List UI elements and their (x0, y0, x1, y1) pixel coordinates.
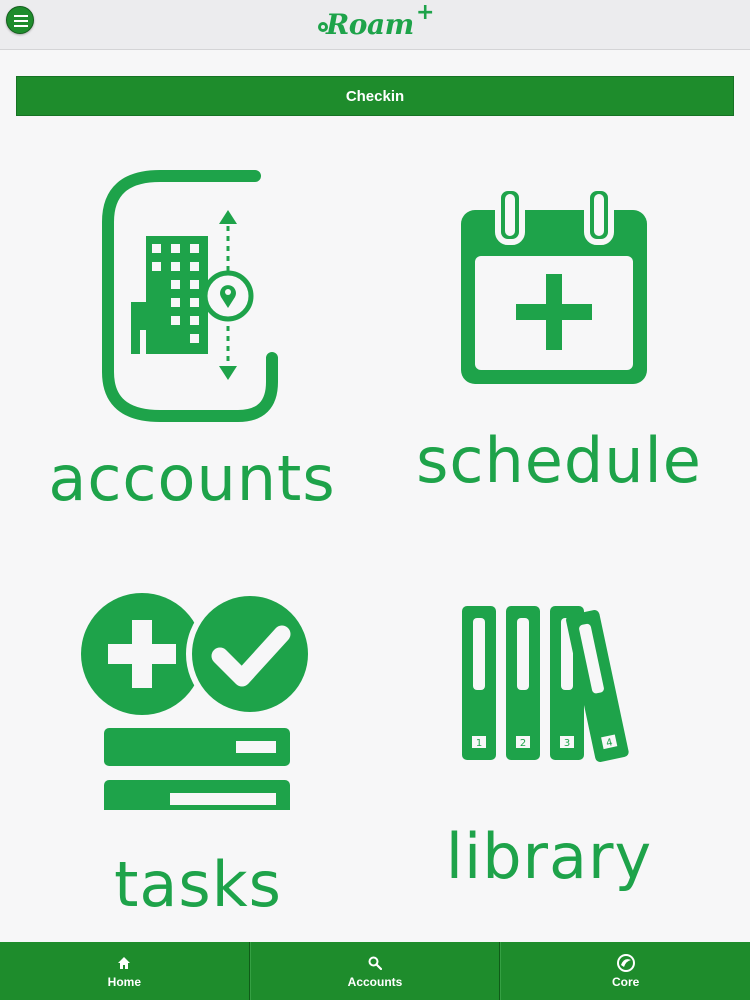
nav-label-accounts: Accounts (347, 975, 403, 989)
tile-accounts[interactable]: accounts (40, 160, 360, 520)
calendar-add-icon (461, 185, 647, 384)
binders-icon: 1 2 3 4 (462, 606, 629, 762)
binder-label-2: 2 (520, 738, 526, 749)
hamburger-icon (14, 15, 28, 27)
tile-label-library: library (445, 820, 653, 893)
nav-core[interactable]: Core (500, 942, 750, 1000)
core-icon (616, 954, 635, 972)
binder-label-3: 3 (564, 738, 570, 749)
tasks-icon (81, 590, 314, 810)
logo-plus: + (416, 0, 435, 25)
logo-text: Roam (326, 8, 414, 41)
app-logo: Roam + (316, 0, 436, 42)
tile-label-schedule: schedule (416, 424, 702, 497)
nav-home[interactable]: Home (0, 942, 250, 1000)
checkin-button[interactable]: Checkin (16, 76, 734, 116)
building-location-icon (102, 170, 278, 422)
home-icon (118, 957, 131, 969)
tile-tasks[interactable]: tasks (60, 590, 340, 920)
tile-library[interactable]: 1 2 3 4 library (420, 600, 690, 900)
search-icon (368, 956, 382, 970)
nav-accounts[interactable]: Accounts (249, 942, 501, 1000)
tile-schedule[interactable]: schedule (400, 180, 710, 500)
menu-button[interactable] (6, 6, 34, 34)
bottom-nav: Home Accounts Core (0, 942, 750, 1000)
nav-label-core: Core (612, 975, 640, 989)
top-bar: Roam + (0, 0, 750, 50)
tile-label-accounts: accounts (48, 442, 336, 515)
nav-label-home: Home (107, 975, 141, 989)
tile-label-tasks: tasks (114, 848, 282, 921)
binder-label-1: 1 (476, 738, 482, 749)
